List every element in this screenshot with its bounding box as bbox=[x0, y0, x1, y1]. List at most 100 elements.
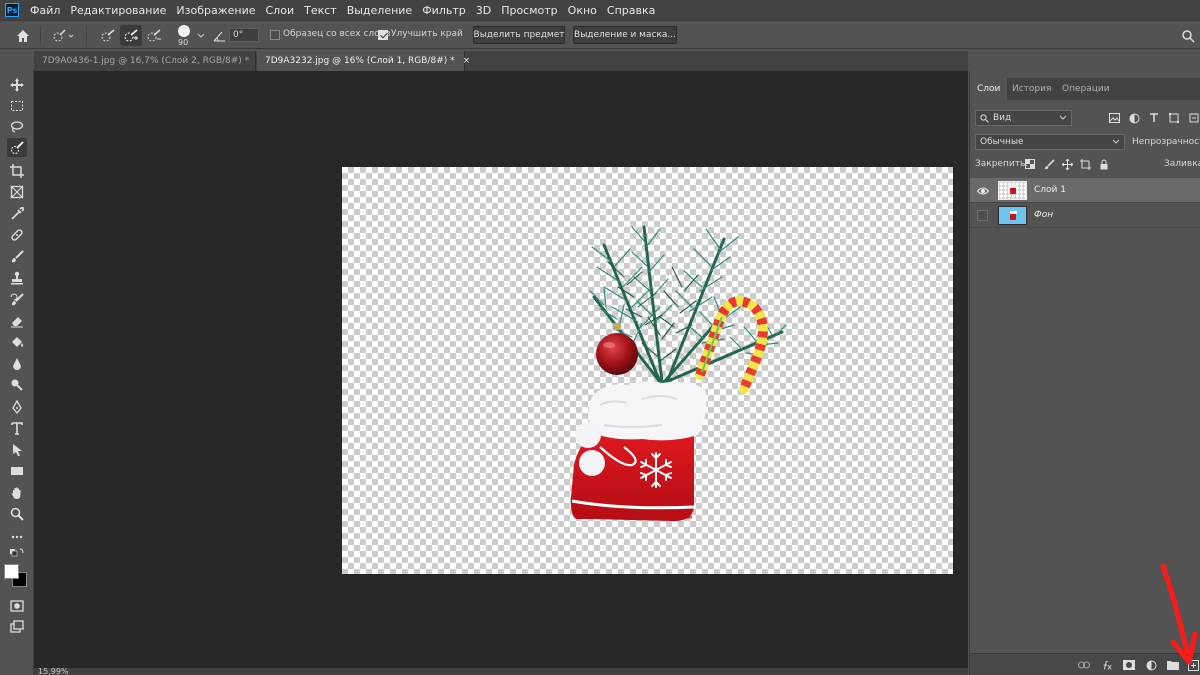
quick-selection-tool-icon[interactable] bbox=[7, 138, 27, 157]
zoom-level[interactable]: 15,99% bbox=[38, 668, 69, 675]
eyedropper-tool-icon[interactable] bbox=[7, 204, 27, 223]
swap-colors-icon[interactable] bbox=[7, 548, 27, 560]
brush-size-icon[interactable] bbox=[172, 24, 196, 38]
layer-kind-filter[interactable]: Вид bbox=[975, 110, 1072, 126]
panel-tabs: Слои История Операции bbox=[970, 78, 1200, 100]
menu-item-1[interactable]: Редактирование bbox=[65, 4, 171, 17]
sample-all-layers-label: Образец со всех слоев bbox=[283, 29, 391, 39]
history-brush-tool-icon[interactable] bbox=[7, 290, 27, 309]
menu-item-9[interactable]: Окно bbox=[563, 4, 602, 17]
enhance-edge-checkbox[interactable] bbox=[378, 30, 388, 40]
layer-row-layer1[interactable]: Слой 1 bbox=[970, 178, 1200, 203]
close-icon[interactable]: × bbox=[463, 56, 471, 66]
menu-item-6[interactable]: Фильтр bbox=[417, 4, 471, 17]
tab-label: 7D9A3232.jpg @ 16% (Слой 1, RGB/8#) * bbox=[265, 56, 455, 66]
quick-mask-icon[interactable] bbox=[7, 596, 27, 615]
blend-mode-value: Обычные bbox=[980, 137, 1024, 147]
move-tool-icon[interactable] bbox=[7, 75, 27, 94]
dodge-tool-icon[interactable] bbox=[7, 375, 27, 394]
search-icon[interactable] bbox=[1178, 25, 1198, 46]
link-layers-icon[interactable] bbox=[1078, 659, 1090, 671]
angle-icon bbox=[212, 25, 226, 46]
lock-image-pixels-icon[interactable] bbox=[1043, 158, 1055, 170]
subtract-selection-brush-icon[interactable] bbox=[143, 25, 165, 46]
tab-history[interactable]: История bbox=[1005, 78, 1058, 100]
fill-label: Заливка: bbox=[1164, 159, 1200, 169]
healing-brush-tool-icon[interactable] bbox=[7, 225, 27, 244]
path-selection-tool-icon[interactable] bbox=[7, 440, 27, 459]
visibility-toggle[interactable] bbox=[977, 210, 988, 221]
select-and-mask-button[interactable]: Выделение и маска... bbox=[573, 26, 677, 44]
lock-label: Закрепить: bbox=[975, 159, 1029, 169]
menu-bar: Ps Файл Редактирование Изображение Слои Текс… bbox=[0, 0, 1200, 20]
tab-label: 7D9A0436-1.jpg @ 16,7% (Слой 2, RGB/8#) … bbox=[42, 56, 250, 66]
menu-item-0[interactable]: Файл bbox=[25, 4, 65, 17]
pen-tool-icon[interactable] bbox=[7, 397, 27, 416]
layer-name[interactable]: Фон bbox=[1034, 210, 1053, 220]
chevron-down-icon[interactable] bbox=[196, 25, 206, 46]
marquee-tool-icon[interactable] bbox=[7, 96, 27, 115]
opacity-label: Непрозрачность: bbox=[1132, 137, 1200, 147]
tools-panel bbox=[0, 70, 34, 675]
hand-tool-icon[interactable] bbox=[7, 483, 27, 502]
blur-tool-icon[interactable] bbox=[7, 354, 27, 373]
menu-item-10[interactable]: Справка bbox=[602, 4, 660, 17]
foreground-color-swatch[interactable] bbox=[4, 564, 19, 579]
filter-type-icon[interactable] bbox=[1148, 112, 1160, 124]
add-mask-icon[interactable] bbox=[1123, 659, 1135, 671]
lock-all-icon[interactable] bbox=[1098, 158, 1110, 170]
lock-artboard-icon[interactable] bbox=[1079, 158, 1091, 170]
add-to-selection-brush-icon[interactable] bbox=[120, 25, 142, 46]
enhance-edge-label: Улучшить край bbox=[391, 29, 463, 39]
menu-item-3[interactable]: Слои bbox=[261, 4, 300, 17]
new-selection-brush-icon[interactable] bbox=[97, 25, 119, 46]
filter-pixel-icon[interactable] bbox=[1108, 112, 1120, 124]
document-tabs: 7D9A0436-1.jpg @ 16,7% (Слой 2, RGB/8#) … bbox=[34, 51, 968, 71]
lasso-tool-icon[interactable] bbox=[7, 117, 27, 136]
angle-input[interactable]: 0° bbox=[229, 28, 259, 42]
document-workspace[interactable] bbox=[34, 71, 968, 668]
lock-transparent-icon[interactable] bbox=[1024, 158, 1036, 170]
home-icon[interactable] bbox=[12, 25, 34, 46]
boot-image-layer bbox=[570, 225, 787, 522]
sample-all-layers-checkbox[interactable] bbox=[270, 30, 280, 40]
document-canvas[interactable] bbox=[342, 167, 953, 574]
blend-mode-select[interactable]: Обычные bbox=[975, 134, 1125, 150]
eye-icon[interactable] bbox=[977, 185, 989, 197]
brush-size-value: 90 bbox=[178, 38, 189, 47]
paint-bucket-tool-icon[interactable] bbox=[7, 332, 27, 351]
tab-actions[interactable]: Операции bbox=[1055, 78, 1117, 100]
menu-item-8[interactable]: Просмотр bbox=[496, 4, 562, 17]
rectangle-tool-icon[interactable] bbox=[7, 461, 27, 480]
photoshop-logo[interactable]: Ps bbox=[5, 3, 19, 17]
screen-mode-icon[interactable] bbox=[7, 617, 27, 636]
layer-name[interactable]: Слой 1 bbox=[1034, 185, 1066, 195]
menu-item-4[interactable]: Текст bbox=[299, 4, 342, 17]
tab-layers[interactable]: Слои bbox=[970, 78, 1008, 100]
zoom-tool-icon[interactable] bbox=[7, 504, 27, 523]
status-bar: 15,99% bbox=[34, 668, 968, 675]
layer-style-fx-icon[interactable] bbox=[1101, 659, 1113, 671]
filter-adjustment-icon[interactable] bbox=[1128, 112, 1140, 124]
type-tool-icon[interactable] bbox=[7, 418, 27, 437]
brush-tool-icon[interactable] bbox=[7, 247, 27, 266]
clone-stamp-tool-icon[interactable] bbox=[7, 268, 27, 287]
crop-tool-icon[interactable] bbox=[7, 161, 27, 180]
layer-thumbnail bbox=[998, 181, 1027, 200]
menu-item-7[interactable]: 3D bbox=[471, 4, 496, 17]
filter-smart-object-icon[interactable] bbox=[1188, 112, 1200, 124]
filter-shape-icon[interactable] bbox=[1168, 112, 1180, 124]
lock-position-icon[interactable] bbox=[1061, 158, 1073, 170]
frame-tool-icon[interactable] bbox=[7, 182, 27, 201]
layer-kind-value: Вид bbox=[993, 113, 1012, 123]
menu-item-2[interactable]: Изображение bbox=[171, 4, 260, 17]
menu-item-5[interactable]: Выделение bbox=[342, 4, 418, 17]
select-subject-button[interactable]: Выделить предмет bbox=[473, 26, 565, 44]
more-tools-icon[interactable] bbox=[7, 527, 27, 546]
tab-document-2[interactable]: 7D9A3232.jpg @ 16% (Слой 1, RGB/8#) * × bbox=[257, 51, 470, 71]
eraser-tool-icon[interactable] bbox=[7, 311, 27, 330]
tab-document-1[interactable]: 7D9A0436-1.jpg @ 16,7% (Слой 2, RGB/8#) … bbox=[34, 51, 265, 71]
tool-preset-picker[interactable] bbox=[47, 25, 79, 46]
layer-row-background[interactable]: Фон bbox=[970, 203, 1200, 228]
red-arrow-annotation bbox=[1160, 563, 1198, 665]
